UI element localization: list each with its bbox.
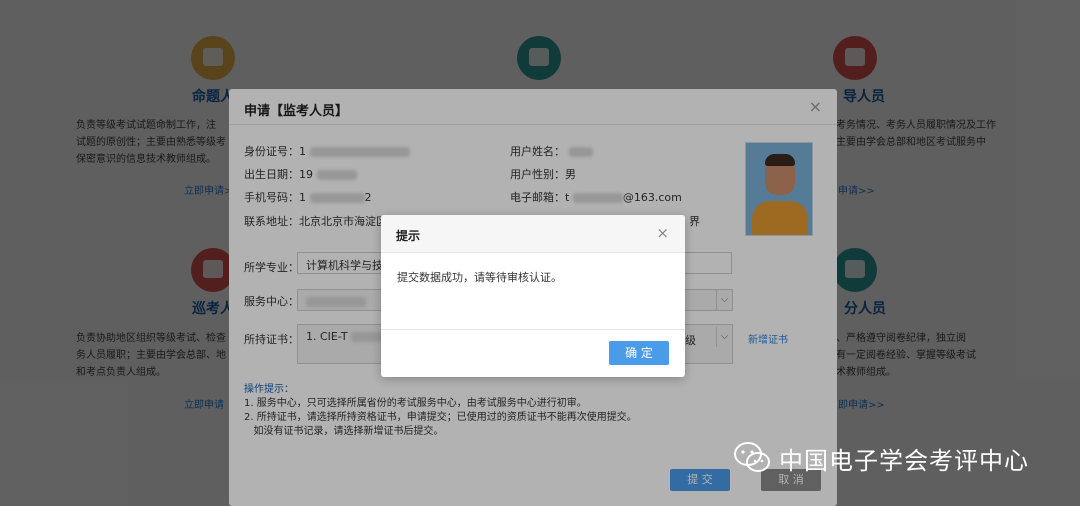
divider bbox=[381, 329, 685, 330]
prompt-header: 提示 bbox=[381, 215, 685, 253]
watermark-text: 中国电子学会考评中心 bbox=[779, 446, 1029, 475]
prompt-title: 提示 bbox=[396, 229, 421, 243]
watermark: 中国电子学会考评中心 bbox=[733, 440, 1029, 476]
close-icon[interactable]: × bbox=[656, 224, 669, 242]
prompt-message: 提交数据成功，请等待审核认证。 bbox=[397, 271, 562, 284]
prompt-dialog: 提示 × 提交数据成功，请等待审核认证。 确 定 bbox=[381, 215, 685, 377]
ok-button[interactable]: 确 定 bbox=[609, 341, 669, 365]
wechat-icon bbox=[733, 440, 773, 476]
